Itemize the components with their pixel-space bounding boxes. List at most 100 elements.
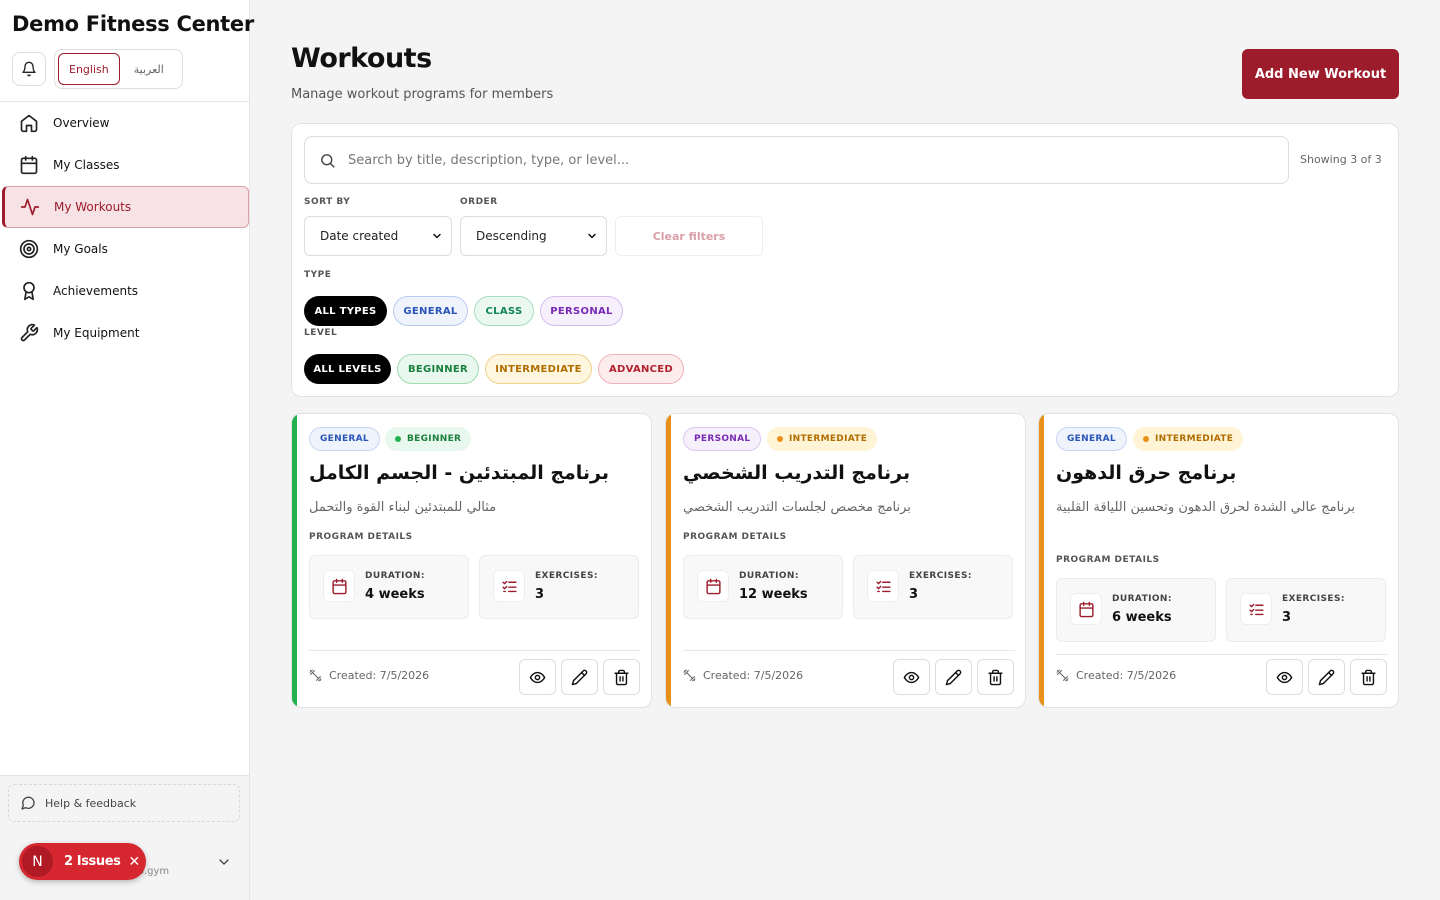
workout-card: PERSONAL INTERMEDIATE برنامج التدريب الش… <box>665 413 1026 708</box>
sidebar-item-my-workouts[interactable]: My Workouts <box>2 186 249 228</box>
lang-arabic-button[interactable]: العربية <box>124 53 174 85</box>
sort-by-label: SORT BY <box>304 197 351 207</box>
award-icon <box>23 281 35 301</box>
sidebar-item-achievements[interactable]: Achievements <box>2 270 249 312</box>
view-button[interactable] <box>519 659 556 695</box>
exercises-value: 3 <box>535 587 545 602</box>
clear-filters-button[interactable]: Clear filters <box>615 216 763 256</box>
program-details-label: PROGRAM DETAILS <box>683 532 787 542</box>
lang-english-button[interactable]: English <box>58 53 120 85</box>
chevron-down-icon <box>588 233 596 239</box>
duration-box: DURATION: 12 weeks <box>683 555 843 619</box>
sidebar-item-my-classes[interactable]: My Classes <box>2 144 249 186</box>
eye-icon <box>903 671 920 683</box>
dumbbell-icon <box>309 669 322 682</box>
notifications-button[interactable] <box>12 52 46 86</box>
sidebar-item-my-equipment[interactable]: My Equipment <box>2 312 249 354</box>
edit-button[interactable] <box>935 659 972 695</box>
created-date: Created: 7/5/2026 <box>309 669 429 682</box>
calendar-icon <box>697 570 729 602</box>
issues-count: 2 Issues <box>64 854 121 869</box>
program-details-label: PROGRAM DETAILS <box>309 532 413 542</box>
delete-button[interactable] <box>603 659 640 695</box>
bell-icon <box>22 61 36 77</box>
level-badge-label: INTERMEDIATE <box>1155 434 1234 444</box>
level-label: LEVEL <box>304 328 338 338</box>
type-chip-class[interactable]: CLASS <box>474 296 534 326</box>
help-feedback-button[interactable]: Help & feedback <box>8 784 240 822</box>
view-button[interactable] <box>1266 659 1303 695</box>
exercises-box: EXERCISES: 3 <box>1226 578 1386 642</box>
type-chip-personal[interactable]: PERSONAL <box>540 296 623 326</box>
workout-title: برنامج المبتدئين - الجسم الكامل <box>309 462 610 484</box>
exercises-box: EXERCISES: 3 <box>853 555 1013 619</box>
pencil-icon <box>571 669 588 685</box>
view-button[interactable] <box>893 659 930 695</box>
page-subtitle: Manage workout programs for members <box>291 87 554 102</box>
duration-value: 12 weeks <box>739 587 808 602</box>
close-icon[interactable]: ✕ <box>129 854 141 870</box>
workout-description: برنامج عالي الشدة لحرق الدهون وتحسين الل… <box>1056 500 1356 515</box>
calendar-icon <box>20 155 38 175</box>
level-chip-all[interactable]: ALL LEVELS <box>304 354 391 384</box>
workout-card: GENERAL BEGINNER برنامج المبتدئين - الجس… <box>291 413 652 708</box>
card-accent <box>666 414 671 707</box>
issues-avatar: N <box>22 846 53 877</box>
exercises-value: 3 <box>909 587 919 602</box>
edit-button[interactable] <box>561 659 598 695</box>
duration-box: DURATION: 6 weeks <box>1056 578 1216 642</box>
level-dot <box>1143 436 1149 442</box>
sidebar-item-label: My Workouts <box>54 200 132 214</box>
eye-icon <box>1276 671 1293 683</box>
edit-button[interactable] <box>1308 659 1345 695</box>
workout-description: مثالي للمبتدئين لبناء القوة والتحمل <box>309 500 497 515</box>
sidebar-item-my-goals[interactable]: My Goals <box>2 228 249 270</box>
exercises-label: EXERCISES: <box>535 571 598 581</box>
page-title: Workouts <box>291 43 432 74</box>
sidebar-item-label: My Equipment <box>53 326 140 340</box>
card-divider <box>309 650 641 651</box>
level-chip-beginner[interactable]: BEGINNER <box>397 354 479 384</box>
type-badge: GENERAL <box>1056 427 1127 451</box>
delete-button[interactable] <box>1350 659 1387 695</box>
created-date: Created: 7/5/2026 <box>1056 669 1176 682</box>
calendar-icon <box>323 570 355 602</box>
search-input[interactable] <box>348 152 1248 168</box>
sidebar-item-overview[interactable]: Overview <box>2 102 249 144</box>
order-value: Descending <box>476 229 547 243</box>
created-date: Created: 7/5/2026 <box>683 669 803 682</box>
created-label: Created: 7/5/2026 <box>329 669 430 682</box>
chevron-down-icon <box>433 233 441 239</box>
level-badge: INTERMEDIATE <box>767 427 878 451</box>
duration-label: DURATION: <box>365 571 425 581</box>
card-accent <box>1039 414 1044 707</box>
dumbbell-icon <box>1056 669 1069 682</box>
duration-value: 6 weeks <box>1112 610 1172 625</box>
sort-by-value: Date created <box>320 229 399 243</box>
delete-button[interactable] <box>977 659 1014 695</box>
exercises-value: 3 <box>1282 610 1292 625</box>
type-chip-all[interactable]: ALL TYPES <box>304 296 387 326</box>
dumbbell-icon <box>683 669 696 682</box>
filter-panel: Showing 3 of 3 SORT BY Date created ORDE… <box>291 123 1399 397</box>
duration-value: 4 weeks <box>365 587 425 602</box>
workout-card: GENERAL INTERMEDIATE برنامج حرق الدهون ب… <box>1038 413 1399 708</box>
pencil-icon <box>1318 669 1335 685</box>
add-workout-button[interactable]: Add New Workout <box>1242 49 1399 99</box>
language-switcher: English العربية <box>54 49 183 89</box>
sort-by-select[interactable]: Date created <box>304 216 452 256</box>
search-icon <box>321 153 335 168</box>
checklist-icon <box>867 570 899 602</box>
user-menu-toggle[interactable] <box>216 854 232 870</box>
program-details-label: PROGRAM DETAILS <box>1056 555 1160 565</box>
activity-icon <box>20 198 40 216</box>
sidebar-item-label: Achievements <box>53 284 139 298</box>
order-select[interactable]: Descending <box>460 216 607 256</box>
type-chip-general[interactable]: GENERAL <box>393 296 468 326</box>
issues-badge[interactable]: N 2 Issues ✕ <box>19 843 146 880</box>
order-label: ORDER <box>460 197 498 207</box>
duration-label: DURATION: <box>1112 594 1172 604</box>
trash-icon <box>1361 669 1376 685</box>
level-chip-intermediate[interactable]: INTERMEDIATE <box>485 354 592 384</box>
level-chip-advanced[interactable]: ADVANCED <box>598 354 684 384</box>
